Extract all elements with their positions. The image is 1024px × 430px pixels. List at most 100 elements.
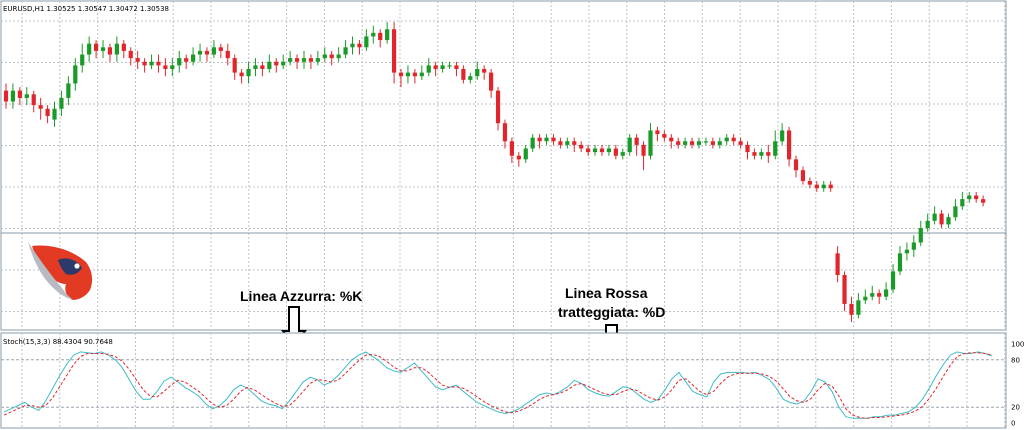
candle-bearish xyxy=(135,58,140,62)
candle-bearish xyxy=(184,58,189,62)
candle-bullish xyxy=(468,76,473,80)
candle-bearish xyxy=(232,58,237,73)
candle-bullish xyxy=(73,65,78,84)
candle-bearish xyxy=(786,130,792,160)
candle-bullish xyxy=(371,32,376,37)
candle-bearish xyxy=(634,137,639,145)
candle-bearish xyxy=(551,137,556,142)
candle-bullish xyxy=(80,54,85,66)
candle-bullish xyxy=(59,97,64,109)
candle-bearish xyxy=(738,141,743,145)
candle-bearish xyxy=(974,195,979,200)
stochastic-y-tick-label: 20 xyxy=(1011,404,1020,412)
candle-bullish xyxy=(780,130,785,142)
candle-bullish xyxy=(267,61,272,69)
candle-bullish xyxy=(343,47,348,55)
candle-bearish xyxy=(731,137,736,142)
candle-bullish xyxy=(322,54,327,59)
candle-bullish xyxy=(419,72,424,77)
candle-bearish xyxy=(842,275,847,304)
candle-bearish xyxy=(537,137,542,142)
candle-bullish xyxy=(759,152,764,156)
candle-bearish xyxy=(45,108,50,116)
candle-bullish xyxy=(773,141,778,156)
candle-bearish xyxy=(516,155,521,160)
candle-bullish xyxy=(932,213,937,221)
candle-bearish xyxy=(676,141,681,145)
candle-bearish xyxy=(849,303,854,315)
candle-bullish xyxy=(904,249,909,254)
candle-bearish xyxy=(814,184,819,189)
candle-bullish xyxy=(114,43,119,55)
candle-bullish xyxy=(696,141,702,145)
candle-bullish xyxy=(24,94,29,98)
stochastic-y-tick-label: 100 xyxy=(1011,341,1024,349)
candle-bearish xyxy=(662,134,667,138)
candle-bullish xyxy=(191,54,196,62)
candle-bearish xyxy=(641,144,646,156)
candle-bearish xyxy=(412,72,417,77)
candle-bullish xyxy=(683,141,688,145)
candle-bearish xyxy=(766,152,771,156)
candle-bearish xyxy=(579,144,584,149)
candle-bullish xyxy=(627,137,632,153)
candle-bearish xyxy=(495,90,501,124)
candle-bearish xyxy=(745,144,750,153)
candle-bearish xyxy=(225,50,230,59)
candle-bullish xyxy=(946,217,951,225)
candle-bearish xyxy=(142,61,147,66)
stochastic-y-tick-label: 0 xyxy=(1011,420,1015,428)
candle-bullish xyxy=(149,61,154,66)
candle-bullish xyxy=(918,228,923,243)
candle-bullish xyxy=(821,184,826,189)
candle-bullish xyxy=(350,43,355,48)
candle-bearish xyxy=(17,90,22,98)
candle-bullish xyxy=(620,152,625,156)
candle-bullish xyxy=(301,58,307,62)
candle-bullish xyxy=(703,141,709,143)
candle-bullish xyxy=(897,253,903,272)
stochastic-y-tick-label: 80 xyxy=(1011,356,1020,364)
candle-bullish xyxy=(288,58,293,62)
candle-bearish xyxy=(800,170,806,182)
stochastic-panel: Stoch(15,3,3) 88.4304 90.7648 100 80 20 0 xyxy=(0,332,1024,429)
candle-bullish xyxy=(281,61,286,66)
candle-bullish xyxy=(884,289,889,297)
candle-bullish xyxy=(717,141,722,145)
candle-bullish xyxy=(925,220,930,229)
candle-bearish xyxy=(828,184,833,189)
candle-bullish xyxy=(530,137,535,149)
candle-bullish xyxy=(246,68,251,77)
candle-bullish xyxy=(724,137,729,142)
candle-bullish xyxy=(440,65,445,69)
stochastic-panel-frame xyxy=(0,332,1007,429)
candle-bullish xyxy=(648,130,653,156)
candle-bearish xyxy=(93,43,99,51)
stochastic-y-ticks: 100 80 20 0 xyxy=(1011,341,1024,428)
candle-bullish xyxy=(890,271,896,290)
candle-bearish xyxy=(218,47,223,51)
candle-bullish xyxy=(336,54,341,59)
candle-bearish xyxy=(835,253,840,276)
candle-bearish xyxy=(433,65,438,69)
candle-bullish xyxy=(911,242,916,250)
symbol-header: EURUSD,H1 1.30525 1.30547 1.30472 1.3053… xyxy=(3,5,169,13)
candle-bearish xyxy=(489,72,494,91)
chart-canvas: EURUSD,H1 1.30525 1.30547 1.30472 1.3053… xyxy=(0,0,1024,429)
candle-bearish xyxy=(572,141,577,145)
candle-bearish xyxy=(461,68,466,80)
candle-bearish xyxy=(558,141,563,145)
candle-bearish xyxy=(239,72,244,77)
candle-bullish xyxy=(426,65,431,73)
candle-bearish xyxy=(107,47,113,55)
candle-bearish xyxy=(502,123,508,142)
candle-bearish xyxy=(357,43,362,48)
candle-bullish xyxy=(87,43,92,55)
candle-bearish xyxy=(877,293,882,297)
candle-bullish xyxy=(10,90,16,102)
candle-bearish xyxy=(793,159,799,171)
candle-bearish xyxy=(31,94,36,106)
candle-bullish xyxy=(211,47,216,55)
candle-bearish xyxy=(398,72,404,77)
candle-bearish xyxy=(599,148,605,153)
